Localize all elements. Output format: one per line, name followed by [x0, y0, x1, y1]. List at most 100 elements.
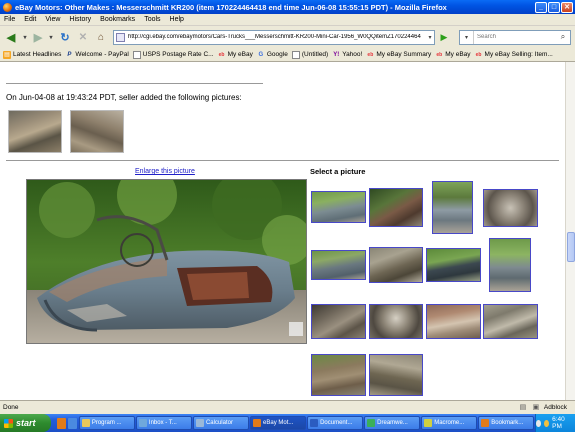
adblock-button[interactable]: Adblock [544, 404, 567, 411]
forward-history-dropdown-icon[interactable]: ▾ [47, 29, 55, 45]
task-label: Inbox - T... [148, 420, 177, 426]
taskbar-macromedia[interactable]: Macrome... [421, 416, 478, 430]
taskbar-bookmarks[interactable]: Bookmark... [478, 416, 535, 430]
bookmark-my-ebay[interactable]: eb My eBay [218, 51, 253, 59]
taskbar-calculator[interactable]: Calculator [192, 416, 250, 430]
thumbnail-picture-1[interactable] [311, 191, 366, 223]
page-content: On Jun-04-08 at 19:43:24 PDT, seller add… [0, 62, 565, 400]
thumbnail-picture-10[interactable] [369, 304, 423, 339]
thumbnail-picture-3[interactable] [432, 181, 473, 234]
bookmarks-toolbar: ▤ Latest Headlines P Welcome - PayPal USPS… [0, 48, 575, 62]
bookmark-my-ebay-2[interactable]: eb My eBay [435, 51, 470, 59]
maximize-button[interactable]: □ [548, 1, 560, 13]
page-favicon-icon [116, 32, 125, 42]
enlarge-picture-link[interactable]: Enlarge this picture [135, 168, 195, 175]
bookmark-label: My eBay [227, 51, 253, 58]
folder-icon [81, 419, 90, 427]
url-dropdown-icon[interactable]: ▾ [426, 34, 434, 41]
thumbnail-picture-9[interactable] [311, 304, 366, 339]
bookmark-untitled[interactable]: (Untitled) [291, 50, 328, 59]
menu-help[interactable]: Help [170, 16, 184, 23]
bookmark-label: My eBay [445, 51, 471, 58]
popup-blocked-icon[interactable]: ▣ [531, 403, 541, 412]
thumbnail-picture-7[interactable] [426, 248, 481, 282]
thumbnail-picture-6[interactable] [369, 247, 423, 283]
security-icon[interactable]: ▤ [518, 403, 528, 412]
go-button[interactable]: ▶ [437, 30, 451, 45]
thumbnail-picture-13[interactable] [311, 354, 366, 396]
bookmark-google[interactable]: G Google [257, 51, 288, 59]
clock[interactable]: 6:40 PM [552, 416, 569, 430]
window-titlebar[interactable]: eBay Motors: Other Makes : Messerschmitt… [0, 0, 575, 14]
bookmark-usps[interactable]: USPS Postage Rate C... [132, 50, 214, 59]
calculator-icon [195, 419, 204, 427]
task-label: Macrome... [434, 420, 465, 426]
taskbar-program[interactable]: Program ... [78, 416, 135, 430]
task-label: eBay Mot... [263, 420, 294, 426]
search-box[interactable]: ▾ ⌕ [459, 29, 571, 45]
menu-history[interactable]: History [69, 16, 91, 23]
vertical-scrollbar[interactable] [565, 62, 575, 400]
home-button[interactable]: ⌂ [93, 29, 109, 45]
search-engine-icon[interactable]: ▾ [460, 30, 474, 44]
bookmark-label: My eBay Summary [376, 51, 432, 58]
scrollbar-thumb[interactable] [567, 232, 575, 262]
paypal-icon: P [67, 51, 72, 58]
url-bar[interactable]: http://cgi.ebay.com/ebaymotors/Cars-Truc… [113, 29, 435, 45]
firefox-quicklaunch-icon[interactable] [57, 417, 66, 429]
menu-bar: File Edit View History Bookmarks Tools H… [0, 14, 575, 26]
ie-quicklaunch-icon[interactable] [68, 417, 77, 429]
seller-added-picture-1[interactable] [8, 110, 62, 153]
bookmark-my-ebay-selling[interactable]: eb My eBay Selling: Item... [475, 51, 553, 59]
yahoo-icon: Y! [333, 51, 340, 58]
main-car-photo[interactable] [26, 179, 307, 344]
divider [6, 83, 263, 84]
url-text[interactable]: http://cgi.ebay.com/ebaymotors/Cars-Truc… [128, 34, 426, 40]
bookmark-label: Yahoo! [342, 51, 363, 58]
reload-button[interactable]: ↻ [57, 29, 73, 45]
taskbar-dreamweaver[interactable]: Dreamwe... [364, 416, 421, 430]
messerschmitt-car-image [27, 180, 306, 343]
forward-button[interactable]: ▶ [31, 29, 45, 45]
windows-taskbar: start Program ... Inbox - T... Calculato… [0, 414, 575, 432]
menu-file[interactable]: File [4, 16, 15, 23]
menu-edit[interactable]: Edit [24, 16, 36, 23]
firefox-icon [3, 2, 12, 12]
status-text: Done [3, 404, 19, 411]
taskbar-ebay-motors[interactable]: eBay Mot... [250, 416, 307, 430]
tray-icon[interactable] [536, 419, 542, 427]
tray-icon[interactable] [544, 419, 550, 427]
search-input[interactable] [477, 34, 557, 40]
thumbnail-picture-8[interactable] [489, 238, 531, 292]
task-label: Program ... [91, 420, 122, 426]
thumbnail-picture-5[interactable] [311, 250, 366, 280]
stop-button[interactable]: ✕ [75, 29, 91, 45]
start-button[interactable]: start [0, 414, 52, 432]
bookmark-paypal[interactable]: P Welcome - PayPal [65, 51, 128, 59]
thumbnail-picture-12[interactable] [483, 304, 538, 339]
feed-icon: ▤ [3, 50, 11, 59]
menu-tools[interactable]: Tools [144, 16, 160, 23]
taskbar-inbox[interactable]: Inbox - T... [135, 416, 192, 430]
thumbnail-picture-2[interactable] [369, 188, 423, 227]
seller-added-picture-2[interactable] [70, 110, 124, 153]
taskbar-document[interactable]: Document... [307, 416, 364, 430]
menu-bookmarks[interactable]: Bookmarks [100, 16, 135, 23]
minimize-button[interactable]: _ [535, 1, 547, 13]
back-button[interactable]: ◀ [3, 29, 19, 45]
thumbnail-picture-4[interactable] [483, 189, 538, 227]
thumbnail-picture-11[interactable] [426, 304, 481, 339]
google-icon: G [258, 51, 264, 58]
back-history-dropdown-icon[interactable]: ▾ [21, 29, 29, 45]
page-icon [291, 50, 300, 59]
bookmark-latest-headlines[interactable]: ▤ Latest Headlines [3, 50, 61, 59]
macromedia-icon [424, 419, 433, 427]
ebay-icon: eb [218, 51, 225, 58]
bookmark-yahoo[interactable]: Y! Yahoo! [332, 51, 362, 59]
search-icon[interactable]: ⌕ [557, 32, 569, 42]
bookmark-my-ebay-summary[interactable]: eb My eBay Summary [366, 51, 431, 59]
thumbnail-picture-14[interactable] [369, 354, 423, 396]
close-button[interactable]: ✕ [561, 1, 573, 13]
select-picture-heading: Select a picture [310, 167, 366, 176]
menu-view[interactable]: View [45, 16, 60, 23]
